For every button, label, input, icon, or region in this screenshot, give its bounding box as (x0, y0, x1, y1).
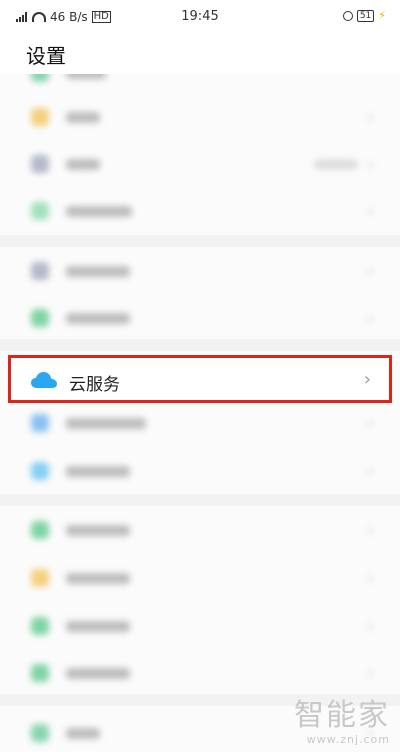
battery-icon: 51 (356, 9, 375, 22)
settings-item[interactable]: › (0, 400, 400, 447)
chevron-right-icon: › (366, 201, 374, 222)
chevron-right-icon: › (366, 308, 374, 329)
cloud-icon (31, 372, 57, 388)
settings-item[interactable]: › (0, 295, 400, 342)
setting-icon (31, 664, 49, 682)
settings-item[interactable]: › (0, 141, 400, 188)
chevron-right-icon: › (366, 413, 374, 434)
settings-item[interactable]: › (0, 555, 400, 602)
chevron-right-icon: › (366, 568, 374, 589)
charging-icon: ⚡ (378, 9, 386, 22)
status-time: 19:45 (181, 9, 219, 24)
chevron-right-icon: › (363, 369, 371, 390)
cloud-service-item[interactable]: 云服务 › (8, 355, 392, 403)
watermark-url: www.znj.com (306, 733, 390, 746)
chevron-right-icon: › (366, 616, 374, 637)
status-right: 51 ⚡ (342, 9, 386, 22)
setting-icon (31, 414, 49, 432)
setting-icon (31, 202, 49, 220)
rotation-lock-icon (342, 10, 353, 21)
settings-list[interactable]: › › › › › › › › › › › › (0, 74, 400, 752)
chevron-right-icon: › (366, 261, 374, 282)
status-bar: 46 B/s HD 19:45 51 ⚡ (0, 0, 400, 34)
chevron-right-icon: › (366, 520, 374, 541)
setting-icon (31, 521, 49, 539)
settings-item[interactable]: › (0, 603, 400, 650)
cloud-service-label: 云服务 (69, 375, 120, 395)
chevron-right-icon: › (366, 107, 374, 128)
setting-icon (31, 462, 49, 480)
settings-item[interactable]: › (0, 448, 400, 495)
setting-icon (31, 155, 49, 173)
settings-item[interactable]: › (0, 94, 400, 141)
watermark: 智能家 www.znj.com (294, 698, 390, 747)
settings-item[interactable]: › (0, 507, 400, 554)
setting-icon (31, 262, 49, 280)
setting-icon (31, 724, 49, 742)
chevron-right-icon: › (366, 663, 374, 684)
settings-item[interactable]: › (0, 188, 400, 235)
setting-icon (31, 569, 49, 587)
settings-item[interactable]: › (0, 248, 400, 295)
watermark-logo-text: 智能家 (294, 698, 390, 733)
setting-icon (31, 108, 49, 126)
settings-item[interactable]: › (0, 650, 400, 697)
setting-icon (31, 617, 49, 635)
setting-icon (31, 74, 49, 82)
setting-icon (31, 309, 49, 327)
chevron-right-icon: › (366, 154, 374, 175)
title-bar: 设置 (0, 34, 400, 74)
chevron-right-icon: › (366, 461, 374, 482)
page-title: 设置 (26, 44, 66, 68)
